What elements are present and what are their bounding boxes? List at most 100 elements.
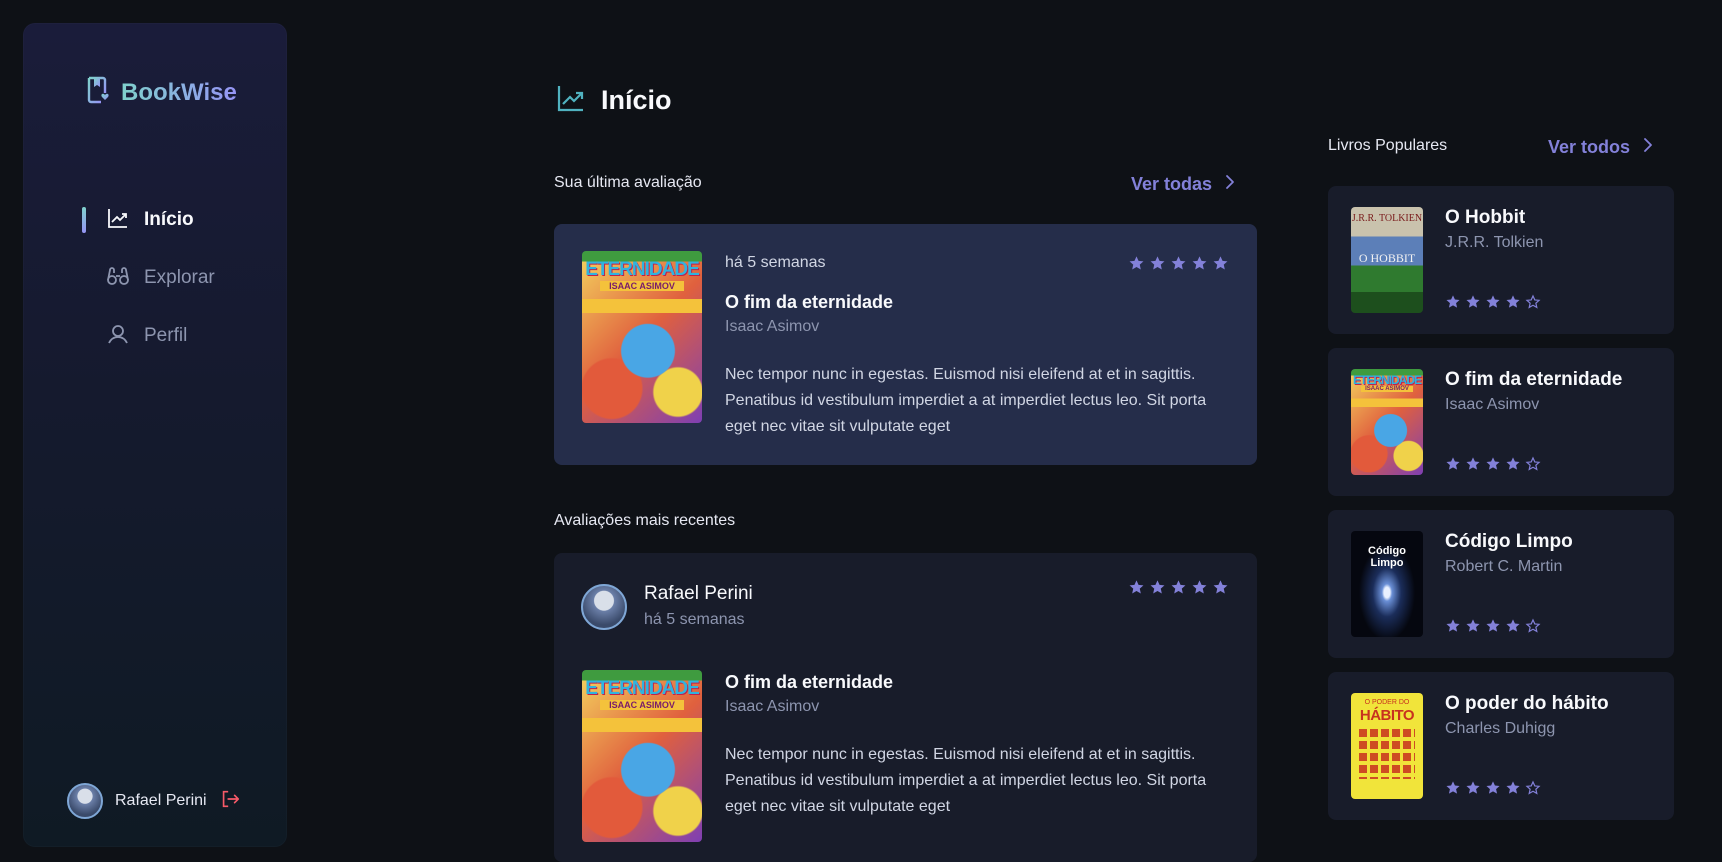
review-description: Nec tempor nunc in egestas. Euismod nisi… [725,366,1207,435]
star-filled-icon [1505,456,1521,472]
star-filled-icon [1445,780,1461,796]
sidebar-item-label: Explorar [144,267,215,288]
review-user-name[interactable]: Rafael Perini [644,583,753,605]
app-name: BookWise [121,78,237,106]
book-cover: Código Limpo [1351,531,1423,637]
see-all-reviews-label: Ver todas [1131,174,1213,194]
chevron-right-icon [1640,137,1656,158]
cover-author: ISAAC ASIMOV [600,700,684,710]
avatar[interactable] [67,783,103,819]
page-title: Início [555,82,672,119]
active-indicator [82,207,86,233]
sidebar: BookWise Início Explorar Perfil Rafael P… [23,23,287,847]
book-cover: O PODER DO HÁBITO [1351,693,1423,799]
star-filled-icon [1505,294,1521,310]
popular-books-label: Livros Populares [1328,137,1448,154]
book-author: Isaac Asimov [725,698,820,715]
star-filled-icon [1128,579,1145,596]
book-cover: ETERNIDADE ISAAC ASIMOV [582,670,702,842]
book-author: Isaac Asimov [1445,396,1540,413]
star-filled-icon [1465,294,1481,310]
cover-title: ETERNIDADE [1353,373,1422,387]
star-rating [1128,255,1229,272]
sidebar-item-label: Perfil [144,325,188,346]
sidebar-item-inicio[interactable]: Início [23,191,287,249]
chart-line-up-icon [555,82,587,119]
recent-reviews-label: Avaliações mais recentes [554,512,736,529]
star-empty-icon [1525,780,1541,796]
book-title: O fim da eternidade [1445,369,1623,390]
book-heart-icon [85,75,111,110]
star-filled-icon [1170,579,1187,596]
sidebar-item-explorar[interactable]: Explorar [23,249,287,307]
book-title: O fim da eternidade [725,672,894,692]
last-review-card[interactable]: ETERNIDADE ISAAC ASIMOV há 5 semanas O f… [554,224,1257,465]
popular-book-card[interactable]: J.R.R. TOLKIEN O HOBBIT O Hobbit J.R.R. … [1328,186,1674,334]
cover-author: ISAAC ASIMOV [600,281,684,291]
cover-author: J.R.R. TOLKIEN [1351,213,1423,224]
last-review-label: Sua última avaliação [554,174,702,191]
star-filled-icon [1212,255,1229,272]
star-filled-icon [1149,579,1166,596]
cover-title: ETERNIDADE [585,678,700,699]
cover-subtitle: O PODER DO [1364,699,1410,706]
book-author: Robert C. Martin [1445,558,1563,575]
book-title: Código Limpo [1445,531,1573,552]
sign-out-icon[interactable] [219,788,241,815]
star-rating [1445,456,1541,472]
review-description: Nec tempor nunc in egestas. Euismod nisi… [725,746,1207,815]
star-filled-icon [1485,618,1501,634]
cover-title: ETERNIDADE [585,259,700,280]
star-filled-icon [1445,294,1461,310]
cover-title: Código Limpo [1368,545,1406,569]
chevron-right-icon [1222,174,1238,195]
sidebar-item-label: Início [144,209,194,230]
star-filled-icon [1212,579,1229,596]
star-empty-icon [1525,618,1541,634]
star-filled-icon [1465,780,1481,796]
star-filled-icon [1445,618,1461,634]
book-author: Isaac Asimov [725,318,820,335]
cover-title: O HOBBIT [1358,251,1416,265]
review-time: há 5 semanas [644,611,745,628]
page-title-text: Início [601,85,672,115]
star-filled-icon [1485,294,1501,310]
star-filled-icon [1485,456,1501,472]
see-all-books-label: Ver todos [1548,137,1631,157]
see-all-books-link[interactable]: Ver todos [1548,137,1656,158]
review-card[interactable]: Rafael Perini há 5 semanas ETERNIDADE IS… [554,553,1257,862]
star-rating [1128,579,1229,596]
star-rating [1445,780,1541,796]
star-filled-icon [1191,255,1208,272]
sidebar-item-perfil[interactable]: Perfil [23,307,287,365]
see-all-reviews-link[interactable]: Ver todas [1131,174,1238,195]
star-filled-icon [1485,780,1501,796]
star-rating [1445,294,1541,310]
app-logo[interactable]: BookWise [85,75,237,110]
cover-author: ISAAC ASIMOV [1361,386,1413,392]
book-cover: ETERNIDADE ISAAC ASIMOV [1351,369,1423,475]
star-filled-icon [1128,255,1145,272]
star-rating [1445,618,1541,634]
star-filled-icon [1505,618,1521,634]
popular-book-card[interactable]: Código Limpo Código Limpo Robert C. Mart… [1328,510,1674,658]
avatar[interactable] [581,584,627,630]
star-filled-icon [1445,456,1461,472]
book-cover: ETERNIDADE ISAAC ASIMOV [582,251,702,423]
popular-book-card[interactable]: ETERNIDADE ISAAC ASIMOV O fim da eternid… [1328,348,1674,496]
cover-pattern [1359,729,1415,779]
book-author: J.R.R. Tolkien [1445,234,1544,251]
popular-book-card[interactable]: O PODER DO HÁBITO O poder do hábito Char… [1328,672,1674,820]
user-icon [106,322,130,351]
star-filled-icon [1191,579,1208,596]
book-title: O Hobbit [1445,207,1526,228]
sidebar-nav: Início Explorar Perfil [23,191,287,365]
sidebar-user: Rafael Perini [67,783,241,819]
user-name: Rafael Perini [115,792,207,809]
star-filled-icon [1149,255,1166,272]
chart-line-up-icon [106,206,130,235]
star-filled-icon [1170,255,1187,272]
cover-title: HÁBITO [1359,707,1415,724]
star-empty-icon [1525,456,1541,472]
book-title: O fim da eternidade [725,292,894,312]
